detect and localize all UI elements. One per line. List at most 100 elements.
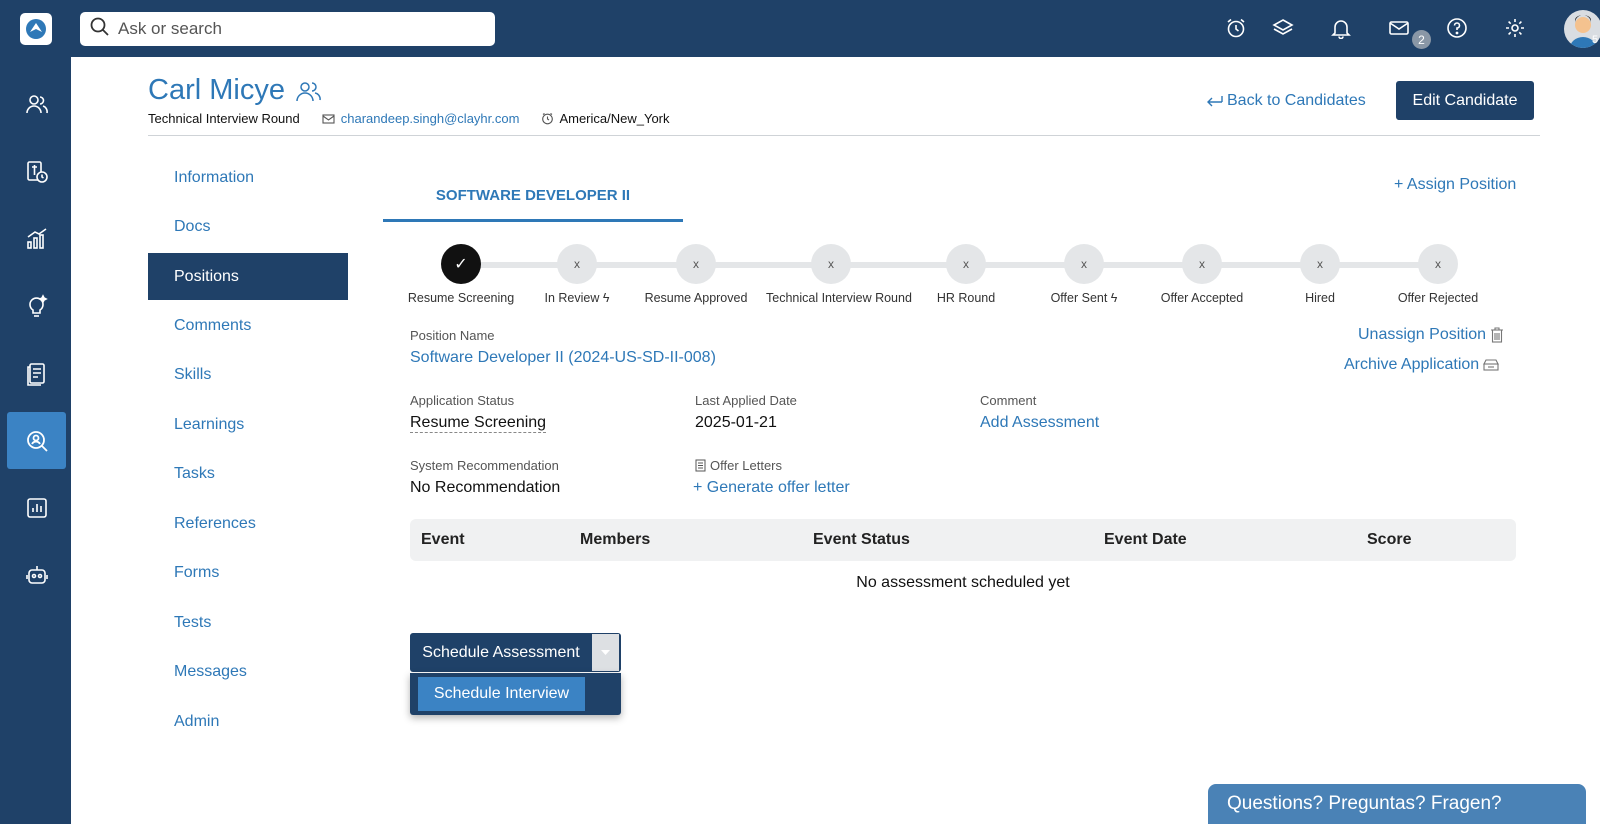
report-icon[interactable] xyxy=(7,479,66,536)
generate-offer-letter-link[interactable]: + Generate offer letter xyxy=(693,479,850,497)
assign-position-label: Assign Position xyxy=(1406,176,1517,193)
stage-technical-interview-round[interactable]: x Technical Interview Round xyxy=(766,244,912,305)
offer-letters-label: Offer Letters xyxy=(710,458,783,473)
stage-in-review[interactable]: x In Review ϟ xyxy=(512,244,642,305)
stage-label: In Review ϟ xyxy=(544,291,610,305)
application-status-value[interactable]: Resume Screening xyxy=(410,414,547,433)
users-icon[interactable] xyxy=(7,76,66,133)
application-status-label: Application Status xyxy=(410,393,515,408)
schedule-interview-option[interactable]: Schedule Interview xyxy=(418,677,585,711)
generate-offer-label: Generate offer letter xyxy=(706,479,850,496)
mail-icon[interactable] xyxy=(1386,15,1412,41)
candidate-timezone: America/New_York xyxy=(559,111,670,126)
stage-label: Hired xyxy=(1305,291,1335,305)
position-name-link[interactable]: Software Developer II (2024-US-SD-II-008… xyxy=(410,349,716,367)
bell-icon[interactable] xyxy=(1328,15,1354,41)
stage-offer-sent[interactable]: x Offer Sent ϟ xyxy=(1019,244,1149,305)
stage-offer-rejected[interactable]: x Offer Rejected xyxy=(1373,244,1503,305)
system-recommendation-label: System Recommendation xyxy=(410,458,559,473)
avatar-count: 5 xyxy=(1592,34,1599,46)
nav-forms[interactable]: Forms xyxy=(148,549,348,599)
stage-label: HR Round xyxy=(936,291,996,305)
stage-resume-screening[interactable]: ✓ Resume Screening xyxy=(396,244,526,305)
column-event-status: Event Status xyxy=(813,531,910,548)
column-event-date: Event Date xyxy=(1104,531,1187,548)
back-label: Back to Candidates xyxy=(1227,92,1366,109)
nav-tests[interactable]: Tests xyxy=(148,598,348,648)
assessment-table-header: Event Members Event Status Event Date Sc… xyxy=(410,519,1516,561)
nav-skills[interactable]: Skills xyxy=(148,351,348,401)
lightning-icon: ϟ xyxy=(1107,291,1118,305)
tab-software-developer-ii[interactable]: SOFTWARE DEVELOPER II xyxy=(383,172,683,222)
stage-done-marker: ✓ xyxy=(441,244,481,284)
candidate-round: Technical Interview Round xyxy=(148,111,300,126)
search-input[interactable] xyxy=(118,19,478,39)
sidebar xyxy=(0,57,71,824)
nav-admin[interactable]: Admin xyxy=(148,697,348,747)
plus-icon: + xyxy=(1394,176,1404,193)
document-icon xyxy=(695,459,706,472)
archive-application-link[interactable]: Archive Application xyxy=(1344,356,1500,374)
stage-label: Offer Rejected xyxy=(1397,291,1479,305)
analytics-chart-icon[interactable] xyxy=(7,210,66,267)
help-chat-button[interactable]: Questions? Preguntas? Fragen? xyxy=(1208,784,1586,824)
candidate-search-icon[interactable] xyxy=(7,412,66,469)
nav-messages[interactable]: Messages xyxy=(148,648,348,698)
stage-resume-approved[interactable]: x Resume Approved xyxy=(631,244,761,305)
schedule-assessment-button[interactable]: Schedule Assessment xyxy=(410,633,592,672)
clock-icon xyxy=(541,112,554,125)
comment-label: Comment xyxy=(980,393,1037,408)
position-name-label: Position Name xyxy=(410,328,495,343)
app-logo[interactable] xyxy=(20,13,52,45)
stage-pending-marker: x xyxy=(676,244,716,284)
stage-pending-marker: x xyxy=(1064,244,1104,284)
edit-candidate-button[interactable]: Edit Candidate xyxy=(1396,81,1534,120)
help-icon[interactable] xyxy=(1444,15,1470,41)
last-applied-value: 2025-01-21 xyxy=(695,414,777,431)
stage-label: Resume Screening xyxy=(407,291,515,305)
nav-comments[interactable]: Comments xyxy=(148,301,348,351)
archive-label: Archive Application xyxy=(1344,356,1480,373)
nav-information[interactable]: Information xyxy=(148,153,348,203)
nav-learnings[interactable]: Learnings xyxy=(148,400,348,450)
people-group-icon[interactable] xyxy=(293,80,323,109)
document-list-icon[interactable] xyxy=(7,345,66,402)
gear-icon[interactable] xyxy=(1502,15,1528,41)
back-to-candidates-link[interactable]: Back to Candidates xyxy=(1205,92,1366,110)
unassign-label: Unassign Position xyxy=(1358,326,1487,343)
schedule-dropdown-menu: Schedule Interview xyxy=(410,673,621,715)
candidate-name: Carl Micye xyxy=(148,74,285,106)
archive-box-icon xyxy=(1483,359,1500,371)
search-box[interactable] xyxy=(80,12,495,46)
alarm-clock-icon[interactable] xyxy=(1223,15,1249,41)
arrow-left-icon xyxy=(1205,95,1223,107)
assign-position-link[interactable]: + Assign Position xyxy=(1394,176,1516,194)
empty-table-message: No assessment scheduled yet xyxy=(856,574,1070,591)
layers-icon[interactable] xyxy=(1270,15,1296,41)
nav-positions[interactable]: Positions xyxy=(148,253,348,300)
nav-references[interactable]: References xyxy=(148,499,348,549)
offer-letters-heading: Offer Letters xyxy=(695,458,782,473)
candidate-email[interactable]: charandeep.singh@clayhr.com xyxy=(341,111,520,126)
lightbulb-icon[interactable] xyxy=(7,277,66,334)
header-divider xyxy=(148,135,1540,136)
stage-offer-accepted[interactable]: x Offer Accepted xyxy=(1137,244,1267,305)
stage-label: Offer Sent ϟ xyxy=(1050,291,1118,305)
caret-down-icon xyxy=(601,650,610,655)
dropdown-toggle[interactable] xyxy=(592,634,619,671)
candidate-meta: Technical Interview Round charandeep.sin… xyxy=(148,111,670,126)
add-assessment-link[interactable]: Add Assessment xyxy=(980,414,1099,432)
bot-icon[interactable] xyxy=(7,546,66,603)
stage-label: Technical Interview Round xyxy=(766,291,912,305)
unassign-position-link[interactable]: Unassign Position xyxy=(1358,326,1504,344)
mail-badge: 2 xyxy=(1412,30,1431,49)
envelope-icon xyxy=(322,113,335,125)
payroll-clock-icon[interactable] xyxy=(7,143,66,200)
nav-docs[interactable]: Docs xyxy=(148,203,348,253)
last-applied-label: Last Applied Date xyxy=(695,393,797,408)
search-icon xyxy=(90,17,110,42)
nav-tasks[interactable]: Tasks xyxy=(148,450,348,500)
stage-hired[interactable]: x Hired xyxy=(1255,244,1385,305)
schedule-assessment-split-button: Schedule Assessment xyxy=(410,633,621,672)
stage-hr-round[interactable]: x HR Round xyxy=(901,244,1031,305)
